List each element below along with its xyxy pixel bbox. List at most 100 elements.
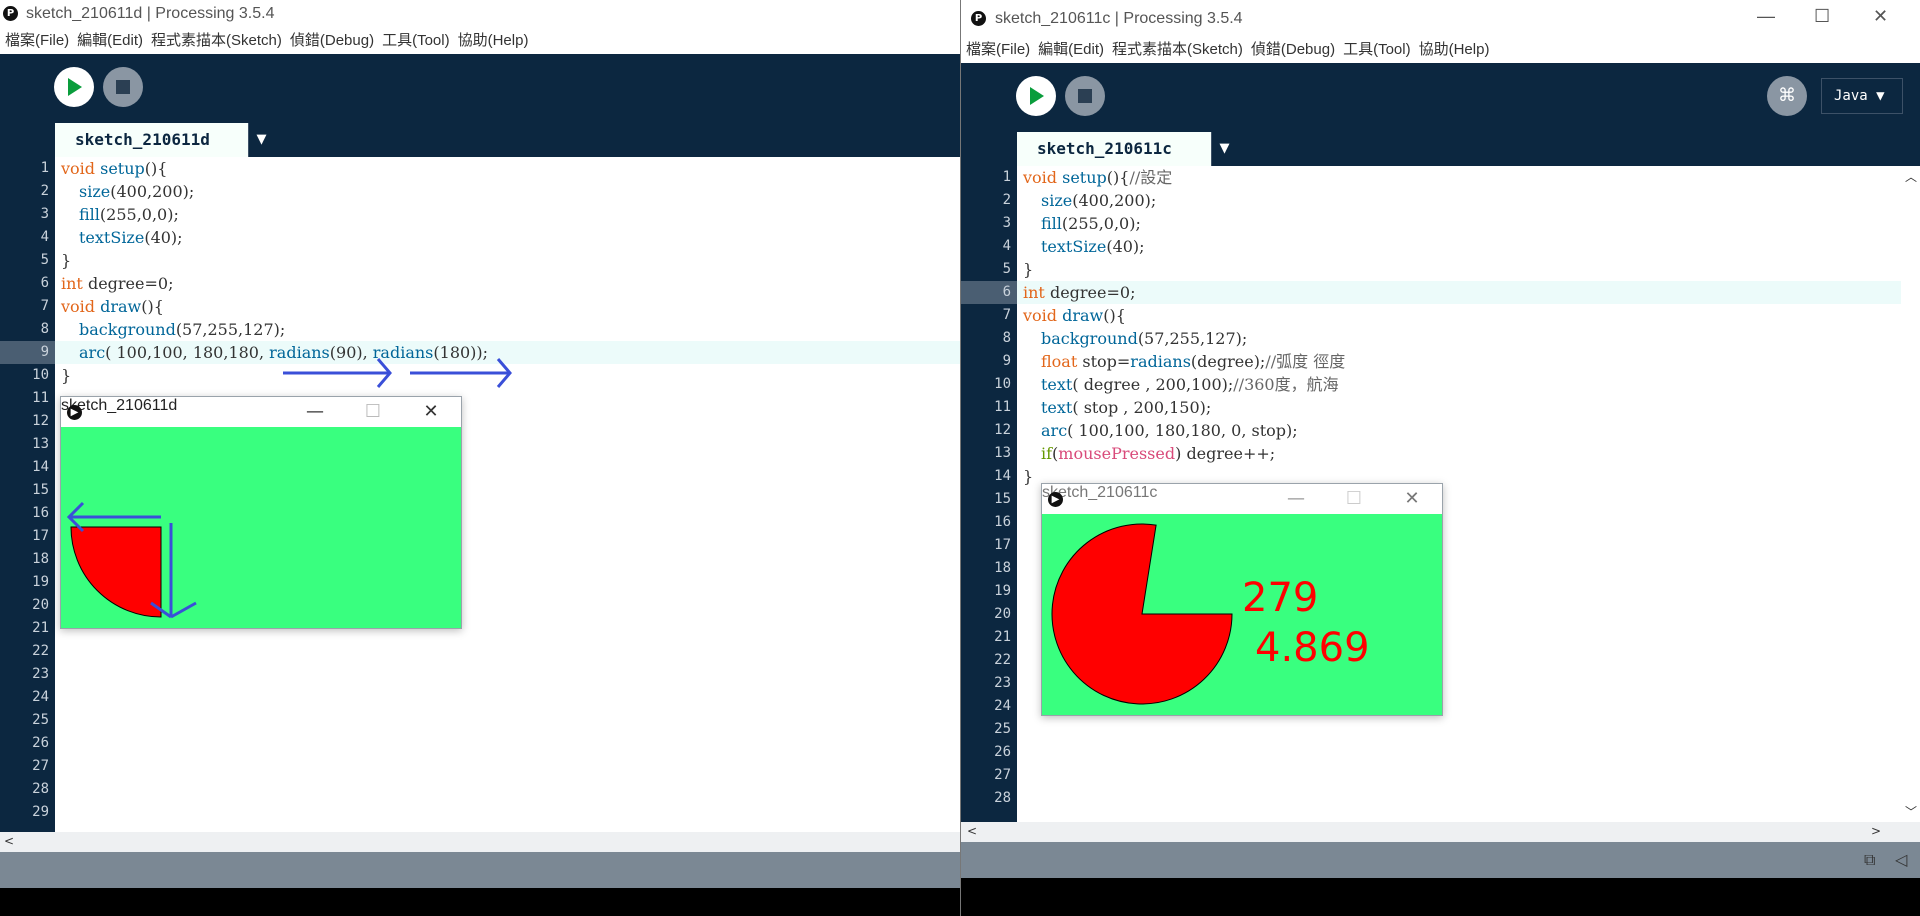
left-console-bar bbox=[0, 852, 960, 888]
maximize-button[interactable]: ☐ bbox=[1330, 484, 1378, 514]
line-number: 11 bbox=[994, 399, 1011, 415]
line-number: 1 bbox=[1002, 169, 1011, 185]
code-line: } bbox=[61, 366, 72, 385]
code-line: void setup(){ bbox=[61, 159, 168, 178]
sketch-run-icon: ▶ bbox=[1048, 492, 1063, 507]
code-line: int degree=0; bbox=[61, 274, 174, 293]
line-number: 27 bbox=[32, 758, 49, 774]
console-collapse-icon[interactable]: ◁ bbox=[1895, 850, 1907, 869]
code-line: int degree=0; bbox=[1023, 283, 1136, 302]
right-window-title: sketch_210611c | Processing 3.5.4 bbox=[995, 9, 1243, 27]
processing-logo-icon: P bbox=[3, 6, 18, 21]
line-number: 4 bbox=[40, 229, 49, 245]
code-line: textSize(40); bbox=[79, 228, 183, 247]
menu-help[interactable]: 協助(Help) bbox=[1419, 37, 1490, 63]
menu-help[interactable]: 協助(Help) bbox=[458, 28, 529, 54]
left-window-title: sketch_210611d | Processing 3.5.4 bbox=[26, 5, 275, 22]
line-number: 13 bbox=[32, 436, 49, 452]
code-line: } bbox=[1023, 260, 1034, 279]
line-number-active: 6 bbox=[961, 281, 1017, 304]
left-console bbox=[0, 888, 960, 916]
maximize-icon[interactable]: ☐ bbox=[1814, 6, 1830, 27]
scroll-up-arrow[interactable]: ︿ bbox=[1905, 168, 1917, 185]
minimize-button[interactable]: — bbox=[291, 397, 339, 427]
right-horizontal-scrollbar[interactable]: < > bbox=[961, 822, 1920, 842]
annotation-arrows bbox=[283, 358, 512, 388]
line-number: 26 bbox=[994, 744, 1011, 760]
menu-debug[interactable]: 偵錯(Debug) bbox=[1251, 37, 1335, 63]
mode-selector[interactable]: Java ▼ bbox=[1821, 78, 1903, 114]
scroll-left-arrow[interactable]: < bbox=[4, 834, 14, 848]
play-icon bbox=[1030, 87, 1044, 105]
menu-edit[interactable]: 編輯(Edit) bbox=[1038, 37, 1104, 63]
line-number: 27 bbox=[994, 767, 1011, 783]
code-line: fill(255,0,0); bbox=[79, 205, 179, 224]
left-tab-bar: sketch_210611d ▼ bbox=[0, 120, 960, 157]
code-line: } bbox=[1023, 467, 1034, 486]
tab-menu-arrow[interactable]: ▼ bbox=[1211, 132, 1237, 166]
maximize-button[interactable]: ☐ bbox=[349, 397, 397, 427]
line-number: 12 bbox=[32, 413, 49, 429]
stop-button[interactable] bbox=[103, 67, 143, 107]
sketch-title-bar: ▶ sketch_210611c — ☐ ✕ bbox=[1042, 484, 1442, 514]
menu-debug[interactable]: 偵錯(Debug) bbox=[290, 28, 374, 54]
line-number: 2 bbox=[1002, 192, 1011, 208]
left-horizontal-scrollbar[interactable]: < bbox=[0, 832, 960, 852]
stop-value-text: 4.869 bbox=[1255, 625, 1370, 671]
right-toolbar: ⌘ Java ▼ bbox=[961, 63, 1920, 129]
line-number: 5 bbox=[1002, 261, 1011, 277]
debug-mode-icon[interactable]: ⌘ bbox=[1767, 76, 1807, 116]
sketch-canvas[interactable] bbox=[61, 427, 461, 628]
left-menu-bar: 檔案(File) 編輯(Edit) 程式素描本(Sketch) 偵錯(Debug) 工具… bbox=[0, 28, 960, 54]
menu-sketch[interactable]: 程式素描本(Sketch) bbox=[1112, 37, 1243, 63]
minimize-icon[interactable]: — bbox=[1757, 6, 1775, 27]
line-number: 9 bbox=[1002, 353, 1011, 369]
menu-file[interactable]: 檔案(File) bbox=[5, 28, 69, 54]
close-button[interactable]: ✕ bbox=[1388, 484, 1436, 514]
line-number: 29 bbox=[32, 804, 49, 820]
code-line: text( stop , 200,150); bbox=[1041, 398, 1212, 417]
line-number: 10 bbox=[994, 376, 1011, 392]
code-line: size(400,200); bbox=[79, 182, 195, 201]
console-copy-icon[interactable]: ⧉ bbox=[1864, 850, 1875, 870]
sketch-window-210611d: ▶ sketch_210611d — ☐ ✕ bbox=[60, 396, 462, 629]
right-processing-window: P sketch_210611c | Processing 3.5.4 — ☐ … bbox=[960, 0, 1920, 916]
line-number: 7 bbox=[40, 298, 49, 314]
line-number: 3 bbox=[40, 206, 49, 222]
run-button[interactable] bbox=[1016, 76, 1056, 116]
tab-menu-arrow[interactable]: ▼ bbox=[248, 123, 274, 157]
menu-tool[interactable]: 工具(Tool) bbox=[1343, 37, 1411, 63]
stop-button[interactable] bbox=[1065, 76, 1105, 116]
menu-file[interactable]: 檔案(File) bbox=[966, 37, 1030, 63]
line-number: 21 bbox=[994, 629, 1011, 645]
line-number: 14 bbox=[32, 459, 49, 475]
menu-sketch[interactable]: 程式素描本(Sketch) bbox=[151, 28, 282, 54]
line-number: 11 bbox=[32, 390, 49, 406]
left-title-bar: P sketch_210611d | Processing 3.5.4 bbox=[0, 0, 960, 28]
close-button[interactable]: ✕ bbox=[407, 397, 455, 427]
play-icon bbox=[68, 78, 82, 96]
line-number: 28 bbox=[32, 781, 49, 797]
minimize-button[interactable]: — bbox=[1272, 484, 1320, 514]
vertical-scrollbar[interactable]: ︿ ﹀ bbox=[1901, 166, 1920, 822]
line-number: 26 bbox=[32, 735, 49, 751]
run-button[interactable] bbox=[54, 67, 94, 107]
menu-edit[interactable]: 編輯(Edit) bbox=[77, 28, 143, 54]
menu-tool[interactable]: 工具(Tool) bbox=[382, 28, 450, 54]
code-line: float stop=radians(degree);//弧度 徑度 bbox=[1041, 352, 1346, 371]
tab-sketch-210611d[interactable]: sketch_210611d bbox=[55, 123, 248, 157]
scroll-down-arrow[interactable]: ﹀ bbox=[1905, 803, 1917, 820]
sketch-title-bar: ▶ sketch_210611d — ☐ ✕ bbox=[61, 397, 461, 427]
line-number: 8 bbox=[1002, 330, 1011, 346]
line-number: 12 bbox=[994, 422, 1011, 438]
tab-sketch-210611c[interactable]: sketch_210611c bbox=[1017, 132, 1211, 166]
code-line: text( degree , 200,100);//360度，航海 bbox=[1041, 375, 1339, 394]
close-icon[interactable]: ✕ bbox=[1873, 6, 1888, 27]
stop-icon bbox=[116, 80, 130, 94]
sketch-canvas[interactable]: 279 4.869 bbox=[1042, 514, 1442, 715]
line-number: 18 bbox=[994, 560, 1011, 576]
code-line: void draw(){ bbox=[61, 297, 164, 316]
code-line: if(mousePressed) degree++; bbox=[1041, 444, 1276, 463]
scroll-right-arrow[interactable]: > bbox=[1871, 824, 1881, 838]
scroll-left-arrow[interactable]: < bbox=[967, 824, 977, 838]
